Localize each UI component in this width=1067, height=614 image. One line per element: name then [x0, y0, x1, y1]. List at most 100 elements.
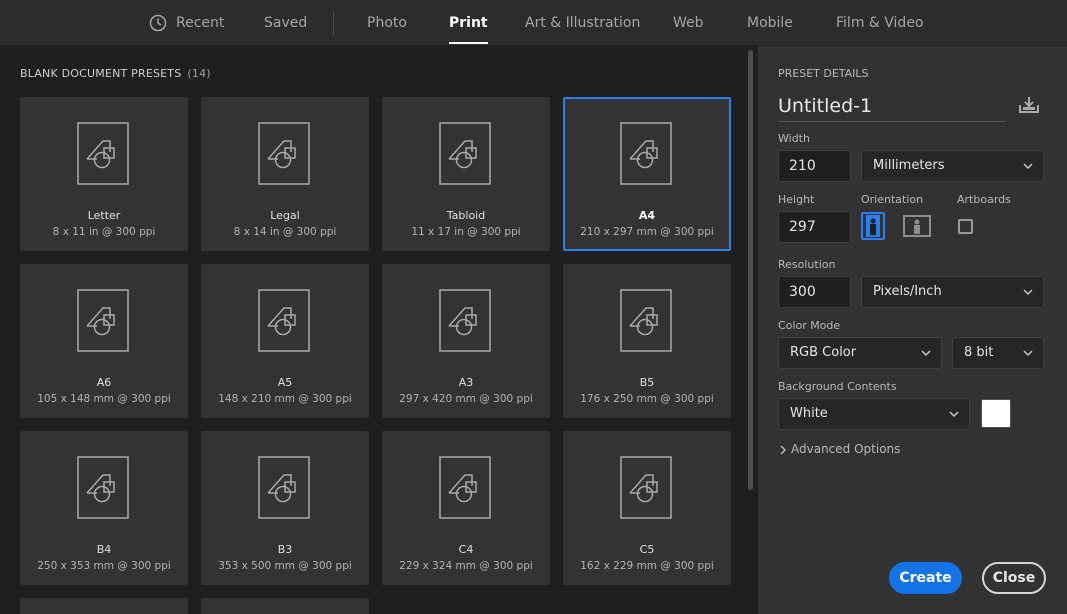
- save-preset-icon[interactable]: [1018, 96, 1040, 114]
- preset-name: B4: [96, 543, 112, 556]
- document-preset-icon: [77, 456, 129, 519]
- preset-dimensions: 210 x 297 mm @ 300 ppi: [580, 226, 714, 238]
- preset-dimensions: 176 x 250 mm @ 300 ppi: [580, 393, 714, 405]
- presets-heading-label: BLANK DOCUMENT PRESETS: [20, 67, 182, 80]
- preset-name: A3: [458, 376, 474, 389]
- background-contents-select[interactable]: White: [778, 398, 970, 430]
- background-color-swatch[interactable]: [981, 399, 1011, 428]
- preset-name: A5: [277, 376, 293, 389]
- width-label: Width: [778, 132, 810, 145]
- create-button[interactable]: Create: [889, 562, 962, 594]
- preset-dimensions: 148 x 210 mm @ 300 ppi: [218, 393, 352, 405]
- resolution-unit-select[interactable]: Pixels/Inch: [861, 276, 1044, 308]
- preset-name: A6: [96, 376, 112, 389]
- preset-card-b5[interactable]: B5 176 x 250 mm @ 300 ppi: [563, 264, 731, 418]
- landscape-orientation-icon[interactable]: [903, 214, 931, 238]
- preset-dimensions: 250 x 353 mm @ 300 ppi: [37, 560, 171, 572]
- height-label: Height: [778, 193, 815, 206]
- preset-card-a4[interactable]: A4 210 x 297 mm @ 300 ppi: [563, 97, 731, 251]
- chevron-down-icon: [1023, 289, 1033, 296]
- orientation-label: Orientation: [861, 193, 924, 206]
- preset-name: B3: [277, 543, 293, 556]
- preset-details-heading: PRESET DETAILS: [778, 67, 869, 80]
- chevron-down-icon: [1023, 350, 1033, 357]
- height-input[interactable]: 297: [778, 211, 851, 243]
- tab-photo[interactable]: Photo: [367, 0, 407, 46]
- preset-card-b4[interactable]: B4 250 x 353 mm @ 300 ppi: [20, 431, 188, 585]
- document-preset-icon: [620, 456, 672, 519]
- bit-depth-select[interactable]: 8 bit: [952, 337, 1044, 369]
- document-preset-icon: [258, 122, 310, 185]
- close-button[interactable]: Close: [982, 562, 1046, 594]
- width-unit-value: Millimeters: [873, 158, 945, 173]
- document-preset-icon: [77, 122, 129, 185]
- width-input[interactable]: 210: [778, 150, 851, 182]
- presets-panel: BLANK DOCUMENT PRESETS (14) Letter 8 x 11 …: [0, 46, 758, 614]
- presets-scrollbar[interactable]: [748, 50, 753, 490]
- tab-print[interactable]: Print: [449, 0, 488, 46]
- background-contents-value: White: [790, 406, 828, 421]
- artboards-checkbox[interactable]: [958, 219, 973, 234]
- presets-heading: BLANK DOCUMENT PRESETS (14): [20, 67, 211, 80]
- preset-card-partial[interactable]: [20, 598, 188, 614]
- presets-count: (14): [187, 67, 211, 80]
- tab-saved[interactable]: Saved: [264, 0, 307, 46]
- chevron-down-icon: [949, 411, 959, 418]
- tab-mobile[interactable]: Mobile: [747, 0, 793, 46]
- tab-divider: [333, 11, 334, 35]
- preset-name: B5: [639, 376, 655, 389]
- preset-card-legal[interactable]: Legal 8 x 14 in @ 300 ppi: [201, 97, 369, 251]
- width-unit-select[interactable]: Millimeters: [861, 150, 1044, 182]
- tab-art-illustration[interactable]: Art & Illustration: [525, 0, 640, 46]
- preset-name: Legal: [270, 209, 300, 222]
- portrait-icon: [866, 215, 880, 237]
- bit-depth-value: 8 bit: [964, 345, 994, 360]
- preset-dimensions: 11 x 17 in @ 300 ppi: [411, 226, 521, 238]
- resolution-input[interactable]: 300: [778, 276, 851, 308]
- preset-card-a6[interactable]: A6 105 x 148 mm @ 300 ppi: [20, 264, 188, 418]
- document-preset-icon: [439, 289, 491, 352]
- preset-card-partial[interactable]: [201, 598, 369, 614]
- document-preset-icon: [77, 289, 129, 352]
- document-name-field[interactable]: Untitled-1: [778, 94, 1006, 122]
- color-mode-select[interactable]: RGB Color: [778, 337, 942, 369]
- portrait-orientation-button[interactable]: [861, 212, 885, 240]
- preset-details-panel: PRESET DETAILS Untitled-1 Width 210 Mill…: [758, 46, 1067, 614]
- preset-dimensions: 8 x 14 in @ 300 ppi: [233, 226, 337, 238]
- document-preset-icon: [439, 456, 491, 519]
- advanced-options-label: Advanced Options: [791, 442, 901, 456]
- preset-card-tabloid[interactable]: Tabloid 11 x 17 in @ 300 ppi: [382, 97, 550, 251]
- chevron-right-icon: [780, 445, 787, 455]
- preset-name: C5: [639, 543, 655, 556]
- document-preset-icon: [258, 289, 310, 352]
- tab-recent[interactable]: Recent: [176, 0, 224, 46]
- preset-card-a5[interactable]: A5 148 x 210 mm @ 300 ppi: [201, 264, 369, 418]
- document-preset-icon: [258, 456, 310, 519]
- tab-film-video[interactable]: Film & Video: [836, 0, 924, 46]
- document-preset-icon: [439, 122, 491, 185]
- preset-name: C4: [458, 543, 474, 556]
- resolution-label: Resolution: [778, 258, 836, 271]
- preset-dimensions: 105 x 148 mm @ 300 ppi: [37, 393, 171, 405]
- preset-dimensions: 297 x 420 mm @ 300 ppi: [399, 393, 533, 405]
- preset-card-b3[interactable]: B3 353 x 500 mm @ 300 ppi: [201, 431, 369, 585]
- category-tab-bar: Recent Saved Photo Print Art & Illustrat…: [0, 0, 1067, 46]
- clock-icon: [149, 14, 167, 32]
- preset-card-c5[interactable]: C5 162 x 229 mm @ 300 ppi: [563, 431, 731, 585]
- preset-card-a3[interactable]: A3 297 x 420 mm @ 300 ppi: [382, 264, 550, 418]
- background-contents-label: Background Contents: [778, 380, 897, 393]
- preset-name: Letter: [87, 209, 121, 222]
- preset-dimensions: 162 x 229 mm @ 300 ppi: [580, 560, 714, 572]
- color-mode-value: RGB Color: [790, 345, 857, 360]
- preset-dimensions: 8 x 11 in @ 300 ppi: [52, 226, 156, 238]
- color-mode-label: Color Mode: [778, 319, 841, 332]
- tab-web[interactable]: Web: [673, 0, 704, 46]
- preset-name: A4: [638, 209, 656, 222]
- artboards-label: Artboards: [957, 193, 1011, 206]
- preset-card-letter[interactable]: Letter 8 x 11 in @ 300 ppi: [20, 97, 188, 251]
- preset-dimensions: 353 x 500 mm @ 300 ppi: [218, 560, 352, 572]
- chevron-down-icon: [921, 350, 931, 357]
- resolution-unit-value: Pixels/Inch: [873, 284, 942, 299]
- preset-dimensions: 229 x 324 mm @ 300 ppi: [399, 560, 533, 572]
- preset-card-c4[interactable]: C4 229 x 324 mm @ 300 ppi: [382, 431, 550, 585]
